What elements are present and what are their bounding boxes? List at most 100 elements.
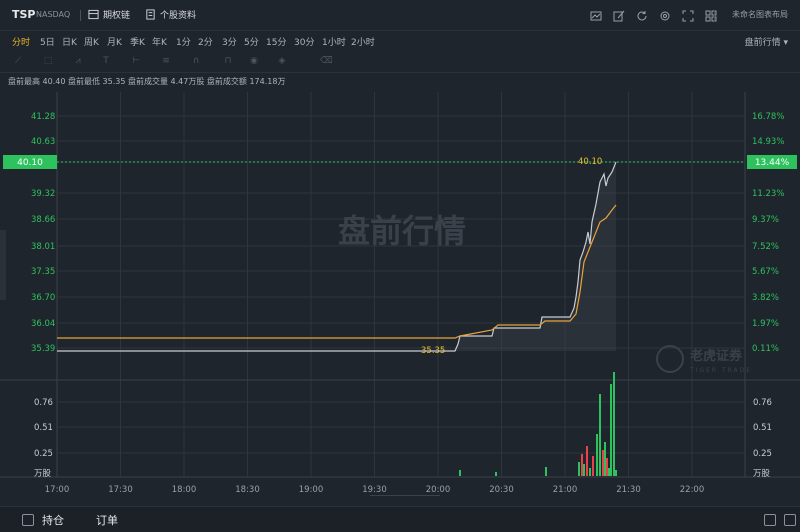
period-tab[interactable]: 3分: [222, 35, 237, 48]
period-tab[interactable]: 月K: [107, 35, 122, 48]
price-axis-label: 35.39: [31, 344, 55, 354]
time-axis-label: 18:00: [172, 485, 197, 495]
price-axis-label: 41.28: [31, 112, 55, 122]
visibility-icon[interactable]: ◉: [248, 56, 260, 67]
indicator-icon[interactable]: [590, 7, 602, 21]
price-axis-label: 38.01: [31, 242, 55, 252]
percent-axis-label: 14.93%: [752, 137, 784, 147]
divider: [714, 10, 715, 21]
exchange-label: NASDAQ: [36, 10, 71, 19]
volume-bar: [604, 442, 606, 476]
orders-tab[interactable]: 订单: [96, 512, 118, 528]
volume-axis-label: 0.25: [34, 449, 53, 459]
draw-edit-icon[interactable]: [613, 7, 625, 22]
line-tool-icon[interactable]: ⟋: [12, 56, 24, 67]
options-chain-label: 期权链: [103, 11, 131, 21]
volume-bar: [613, 372, 615, 476]
period-tab[interactable]: 1分: [176, 35, 191, 48]
time-axis-label: 18:30: [235, 485, 260, 495]
time-axis-label: 20:00: [426, 485, 451, 495]
price-axis-label: 40.63: [31, 137, 55, 147]
ruler-tool-icon[interactable]: ⊢: [130, 56, 142, 67]
period-tabs: 盘前行情 ▾ 分时 5日 日K 周K 月K 季K 年K 1分 2分 3分 5分 15分 30分 1小时 2小…: [0, 31, 800, 51]
fullscreen-icon[interactable]: [682, 7, 694, 22]
trash-icon[interactable]: ⌫: [320, 56, 333, 67]
percent-axis-label: 7.52%: [752, 242, 779, 252]
period-tab[interactable]: 1小时: [322, 35, 346, 48]
refresh-icon[interactable]: [636, 7, 648, 21]
volume-bar: [606, 458, 608, 476]
percent-axis-label: 9.37%: [752, 215, 779, 225]
volume-unit-label: 万股: [34, 469, 52, 479]
text-tool-icon[interactable]: T: [100, 56, 112, 67]
low-annotation: 35.35: [421, 346, 445, 356]
drawing-toolbar: ⟋ ⬚ ⩘ T ⊢ ≡ ∩ ⊓ ◉ ◈ ⌫: [0, 52, 800, 73]
session-select[interactable]: 盘前行情 ▾: [745, 35, 788, 48]
pattern-tool-icon[interactable]: ⩘: [72, 56, 84, 67]
percent-axis-label: 11.23%: [752, 189, 784, 199]
time-axis-label: 21:00: [553, 485, 578, 495]
fib-tool-icon[interactable]: ≡: [160, 56, 172, 67]
popout-icon[interactable]: [764, 514, 776, 526]
percent-axis-label: 3.82%: [752, 293, 779, 303]
layout-name-button[interactable]: 未命名图表布局: [732, 9, 788, 20]
divider: [80, 10, 81, 21]
logo-circle-icon: [656, 345, 684, 373]
bottom-bar: 持仓 订单: [0, 506, 800, 532]
intraday-chart[interactable]: 盘前行情老虎证券 TIGER TRADE 41.28 40.63 39.32 38.66 3…: [0, 92, 800, 496]
top-bar: TSP NASDAQ 期权链 个股资料 未命名图表布局: [0, 0, 800, 31]
period-tab[interactable]: 周K: [84, 35, 99, 48]
period-tab[interactable]: 日K: [62, 35, 77, 48]
expand-icon[interactable]: [22, 514, 34, 526]
percent-axis-label: 16.78%: [752, 112, 784, 122]
settings-gear-icon[interactable]: [659, 7, 671, 21]
options-chain-icon: [88, 9, 99, 20]
period-tab[interactable]: 5分: [244, 35, 259, 48]
volume-unit-label: 万股: [753, 469, 771, 479]
layers-icon[interactable]: ◈: [276, 56, 288, 67]
shape-tool-icon[interactable]: ⬚: [42, 56, 54, 67]
time-axis-label: 19:00: [299, 485, 324, 495]
current-percent-text: 13.44%: [755, 158, 790, 168]
volume-bar: [583, 464, 585, 476]
percent-axis-label: 5.67%: [752, 267, 779, 277]
volume-axis-label: 0.76: [753, 398, 772, 408]
amount-value: 174.18万: [249, 77, 286, 86]
magnet-tool-icon[interactable]: ∩: [190, 56, 202, 67]
volume-bar: [596, 434, 598, 476]
positions-tab[interactable]: 持仓: [42, 512, 64, 528]
period-tab[interactable]: 2分: [198, 35, 213, 48]
options-chain-button[interactable]: 期权链: [88, 8, 130, 21]
time-axis-label: 21:30: [616, 485, 641, 495]
period-tab[interactable]: 15分: [266, 35, 286, 48]
volume-bar: [586, 446, 588, 476]
document-icon: [146, 9, 155, 20]
period-tab[interactable]: 季K: [130, 35, 145, 48]
watermark-text: 盘前行情: [338, 212, 466, 250]
low-value: 35.35: [102, 77, 126, 86]
period-tab[interactable]: 2小时: [351, 35, 375, 48]
volume-axis-label: 0.51: [753, 423, 772, 433]
volume-value: 4.47万股: [170, 77, 205, 86]
volume-axis-label: 0.51: [34, 423, 53, 433]
volume-bar: [589, 468, 591, 476]
volume-bar: [545, 467, 547, 476]
lock-tool-icon[interactable]: ⊓: [222, 56, 234, 67]
time-axis-label: 17:30: [108, 485, 133, 495]
volume-bar: [602, 450, 604, 476]
minimize-icon[interactable]: [784, 514, 796, 526]
period-tab[interactable]: 分时: [12, 35, 30, 48]
period-tab[interactable]: 5日: [40, 35, 55, 48]
layout-grid-icon[interactable]: [705, 7, 717, 22]
price-axis-label: 39.32: [31, 189, 55, 199]
stock-info-button[interactable]: 个股资料: [145, 8, 196, 21]
time-axis-label: 22:00: [680, 485, 705, 495]
period-tab[interactable]: 年K: [152, 35, 167, 48]
price-axis-label: 36.04: [31, 319, 55, 329]
volume-bar: [495, 472, 497, 476]
high-label: 盘前最高: [8, 77, 40, 86]
premarket-stats: 盘前最高 40.40 盘前最低 35.35 盘前成交量 4.47万股 盘前成交额…: [8, 76, 285, 87]
time-axis-label: 17:00: [45, 485, 70, 495]
scroll-handle[interactable]: [370, 495, 440, 496]
period-tab[interactable]: 30分: [294, 35, 314, 48]
